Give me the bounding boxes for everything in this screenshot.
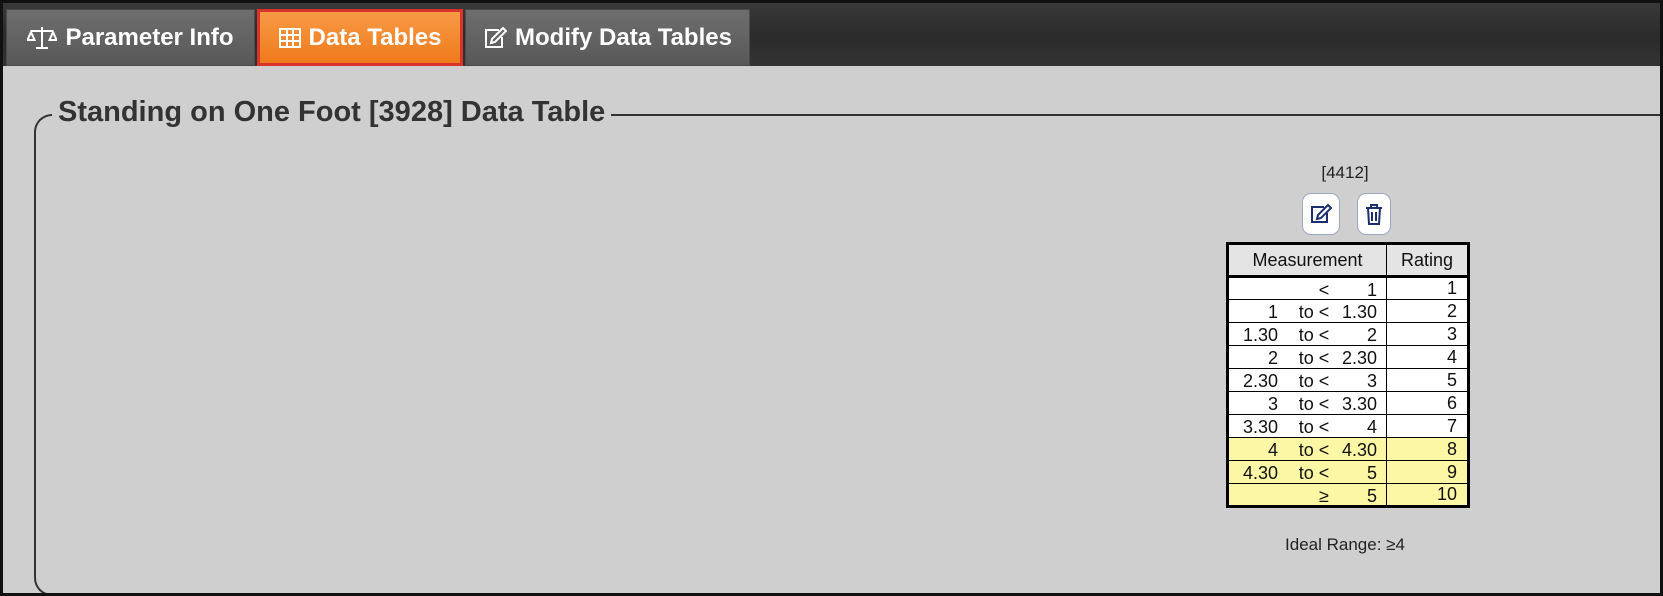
measurement-high: 4.30: [1341, 440, 1377, 460]
edit-icon: [485, 26, 508, 48]
rating-cell: 9: [1386, 460, 1469, 484]
data-table: Measurement Rating <1 1 1 to <1.30 2 1.30 to <…: [1226, 242, 1470, 508]
measurement-high: 4: [1366, 417, 1377, 437]
rating-cell: 4: [1386, 345, 1469, 369]
measurement-low: 2.30: [1242, 371, 1278, 391]
tab-parameter-info[interactable]: Parameter Info: [6, 9, 255, 66]
measurement-low: 3.30: [1242, 417, 1278, 437]
table-row: 4.30 to < 5 9: [1227, 460, 1469, 484]
tab-label: Parameter Info: [65, 23, 234, 51]
column-header-measurement: Measurement: [1227, 243, 1387, 278]
trash-icon: [1366, 204, 1382, 225]
measurement-cell: 2.30 to < 3: [1227, 368, 1387, 392]
measurement-operator: to <: [1298, 325, 1330, 345]
measurement-operator: to <: [1298, 302, 1330, 322]
measurement-operator: to <: [1298, 371, 1330, 391]
rating-cell: 8: [1386, 437, 1469, 461]
table-id: [4412]: [1321, 163, 1369, 182]
table-row: 3.30 to < 4 7: [1227, 414, 1469, 438]
measurement-cell: 3 to < 3.30: [1227, 391, 1387, 415]
measurement-operator: to <: [1298, 463, 1330, 483]
rating-cell: 7: [1386, 414, 1469, 438]
measurement-low: 2: [1267, 348, 1278, 368]
measurement-operator: <: [1318, 280, 1330, 300]
measurement-cell: <1: [1227, 276, 1387, 300]
measurement-low: 1.30: [1242, 325, 1278, 345]
balance-scale-icon: [27, 26, 58, 49]
column-header-rating: Rating: [1386, 243, 1469, 278]
measurement-cell: ≥5: [1227, 483, 1387, 507]
measurement-operator: ≥: [1319, 486, 1329, 506]
rating-cell: 6: [1386, 391, 1469, 415]
measurement-high: 5: [1366, 486, 1377, 506]
section-title: Standing on One Foot [3928] Data Table: [52, 96, 612, 129]
rating-cell: 2: [1386, 299, 1469, 323]
measurement-high: 2.30: [1341, 348, 1377, 368]
measurement-operator: to <: [1298, 394, 1330, 414]
tab-label: Modify Data Tables: [515, 23, 732, 51]
measurement-operator: to <: [1298, 348, 1330, 368]
table-row: 2.30 to < 3 5: [1227, 368, 1469, 392]
rating-cell: 3: [1386, 322, 1469, 346]
measurement-high: 1: [1366, 280, 1377, 300]
measurement-operator: to <: [1298, 440, 1330, 460]
tab-modify-data-tables[interactable]: Modify Data Tables: [465, 9, 750, 66]
measurement-high: 3: [1366, 371, 1377, 391]
measurement-high: 2: [1366, 325, 1377, 345]
measurement-high: 3.30: [1341, 394, 1377, 414]
rating-cell: 10: [1386, 483, 1469, 507]
measurement-low: 1: [1267, 302, 1278, 322]
delete-table-button[interactable]: [1357, 193, 1391, 235]
measurement-cell: 4.30 to < 5: [1227, 460, 1387, 484]
measurement-cell: 1.30 to < 2: [1227, 322, 1387, 346]
tab-bar: Parameter Info Data Tables Modify Data T…: [0, 0, 1663, 66]
measurement-low: 4.30: [1242, 463, 1278, 483]
table-row: 1 to < 1.30 2: [1227, 299, 1469, 323]
table-body: <1 1 1 to <1.30 2 1.30 to <2 3 2 to <2.30 4 2.30 to …: [1227, 276, 1469, 507]
measurement-low: 4: [1267, 440, 1278, 460]
measurement-low: 3: [1267, 394, 1278, 414]
tab-data-tables[interactable]: Data Tables: [257, 9, 463, 66]
measurement-cell: 1 to < 1.30: [1227, 299, 1387, 323]
measurement-cell: 3.30 to < 4: [1227, 414, 1387, 438]
table-row: 3 to < 3.30 6: [1227, 391, 1469, 415]
table-row: <1 1: [1227, 276, 1469, 300]
measurement-operator: to <: [1298, 417, 1330, 437]
edit-table-button[interactable]: [1302, 193, 1340, 235]
table-row: 1.30 to < 2 3: [1227, 322, 1469, 346]
measurement-high: 5: [1366, 463, 1377, 483]
tab-label: Data Tables: [308, 23, 442, 51]
ideal-range: Ideal Range: ≥4: [1285, 535, 1405, 554]
table-row: ≥5 10: [1227, 483, 1469, 507]
measurement-cell: 4 to < 4.30: [1227, 437, 1387, 461]
table-row: 4 to < 4.30 8: [1227, 437, 1469, 461]
table-row: 2 to < 2.30 4: [1227, 345, 1469, 369]
measurement-cell: 2 to < 2.30: [1227, 345, 1387, 369]
measurement-high: 1.30: [1341, 302, 1377, 322]
table-icon: [278, 27, 301, 48]
rating-cell: 1: [1386, 276, 1469, 300]
rating-cell: 5: [1386, 368, 1469, 392]
edit-icon: [1311, 204, 1332, 223]
